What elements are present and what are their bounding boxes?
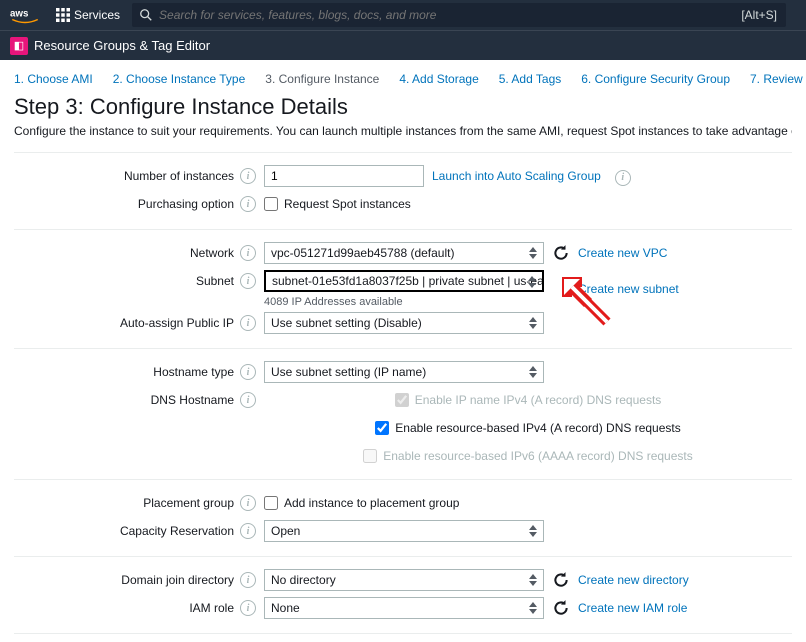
dns-opt3-wrap: Enable resource-based IPv6 (AAAA record)…: [363, 445, 692, 467]
search-input[interactable]: [159, 8, 741, 22]
wizard-step-6[interactable]: 6. Configure Security Group: [581, 72, 730, 86]
info-icon[interactable]: i: [240, 273, 256, 289]
info-icon[interactable]: i: [615, 170, 631, 186]
svg-text:aws: aws: [10, 9, 29, 20]
network-select[interactable]: vpc-051271d99aeb45788 (default): [264, 242, 544, 264]
autoip-select[interactable]: Use subnet setting (Disable): [264, 312, 544, 334]
services-menu[interactable]: Services: [48, 6, 128, 24]
purchasing-label: Purchasing option: [14, 193, 234, 211]
dns-opt1-checkbox: [395, 393, 409, 407]
create-vpc-link[interactable]: Create new VPC: [578, 246, 667, 260]
dns-opt1-wrap: Enable IP name IPv4 (A record) DNS reque…: [395, 389, 662, 411]
subnet-hint: 4089 IP Addresses available: [264, 296, 544, 308]
placement-label: Placement group: [14, 492, 234, 510]
num-instances-label: Number of instances: [14, 165, 234, 183]
wizard-step-1[interactable]: 1. Choose AMI: [14, 72, 93, 86]
subnav-title: Resource Groups & Tag Editor: [34, 38, 210, 53]
info-icon[interactable]: i: [240, 245, 256, 261]
resource-groups-icon: ◧: [10, 37, 28, 55]
refresh-icon[interactable]: [552, 571, 570, 589]
domainjoin-label: Domain join directory: [14, 569, 234, 587]
info-icon[interactable]: i: [240, 600, 256, 616]
wizard-step-2[interactable]: 2. Choose Instance Type: [113, 72, 246, 86]
aws-logo: aws: [10, 6, 40, 24]
capres-label: Capacity Reservation: [14, 520, 234, 538]
dns-opt3-checkbox: [363, 449, 377, 463]
services-label: Services: [74, 8, 120, 22]
placement-checkbox-wrap[interactable]: Add instance to placement group: [264, 492, 459, 514]
spot-checkbox-label: Request Spot instances: [284, 197, 411, 211]
subnet-select[interactable]: subnet-01e53fd1a8037f25b | private subne…: [264, 270, 544, 292]
info-icon[interactable]: i: [240, 364, 256, 380]
dns-opt1-label: Enable IP name IPv4 (A record) DNS reque…: [415, 393, 662, 407]
spot-checkbox[interactable]: [264, 197, 278, 211]
placement-checkbox[interactable]: [264, 496, 278, 510]
wizard-step-4[interactable]: 4. Add Storage: [399, 72, 478, 86]
hostname-select[interactable]: Use subnet setting (IP name): [264, 361, 544, 383]
info-icon[interactable]: i: [240, 495, 256, 511]
placement-checkbox-label: Add instance to placement group: [284, 496, 459, 510]
page-description: Configure the instance to suit your requ…: [14, 124, 792, 138]
search-shortcut: [Alt+S]: [741, 8, 777, 22]
dns-opt3-label: Enable resource-based IPv6 (AAAA record)…: [383, 449, 692, 463]
create-iam-link[interactable]: Create new IAM role: [578, 601, 687, 615]
refresh-icon[interactable]: [552, 599, 570, 617]
spot-checkbox-wrap[interactable]: Request Spot instances: [264, 193, 411, 215]
create-directory-link[interactable]: Create new directory: [578, 573, 689, 587]
info-icon[interactable]: i: [240, 523, 256, 539]
global-nav: aws Services [Alt+S]: [0, 0, 806, 30]
global-search[interactable]: [Alt+S]: [132, 3, 786, 27]
wizard-step-3[interactable]: 3. Configure Instance: [265, 72, 379, 86]
domainjoin-select[interactable]: No directory: [264, 569, 544, 591]
page-title: Step 3: Configure Instance Details: [14, 94, 792, 120]
dns-opt2-label: Enable resource-based IPv4 (A record) DN…: [395, 421, 680, 435]
iam-label: IAM role: [14, 597, 234, 615]
wizard-step-7[interactable]: 7. Review: [750, 72, 803, 86]
num-instances-input[interactable]: [264, 165, 424, 187]
info-icon[interactable]: i: [240, 392, 256, 408]
network-label: Network: [14, 242, 234, 260]
create-subnet-link[interactable]: Create new subnet: [578, 282, 679, 296]
dns-opt2-checkbox[interactable]: [375, 421, 389, 435]
capres-select[interactable]: Open: [264, 520, 544, 542]
info-icon[interactable]: i: [240, 572, 256, 588]
service-subnav: ◧ Resource Groups & Tag Editor: [0, 30, 806, 60]
grid-icon: [56, 8, 70, 22]
search-icon: [139, 8, 153, 22]
dns-opt2-wrap[interactable]: Enable resource-based IPv4 (A record) DN…: [375, 417, 680, 439]
wizard-steps: 1. Choose AMI 2. Choose Instance Type 3.…: [0, 60, 806, 94]
info-icon[interactable]: i: [240, 315, 256, 331]
info-icon[interactable]: i: [240, 196, 256, 212]
main-content: Step 3: Configure Instance Details Confi…: [0, 94, 806, 642]
asg-link[interactable]: Launch into Auto Scaling Group: [432, 169, 601, 183]
autoip-label: Auto-assign Public IP: [14, 312, 234, 330]
wizard-step-5[interactable]: 5. Add Tags: [499, 72, 562, 86]
subnet-label: Subnet: [14, 270, 234, 288]
dnshost-label: DNS Hostname: [14, 389, 234, 407]
hostname-label: Hostname type: [14, 361, 234, 379]
refresh-icon[interactable]: [552, 244, 570, 262]
info-icon[interactable]: i: [240, 168, 256, 184]
